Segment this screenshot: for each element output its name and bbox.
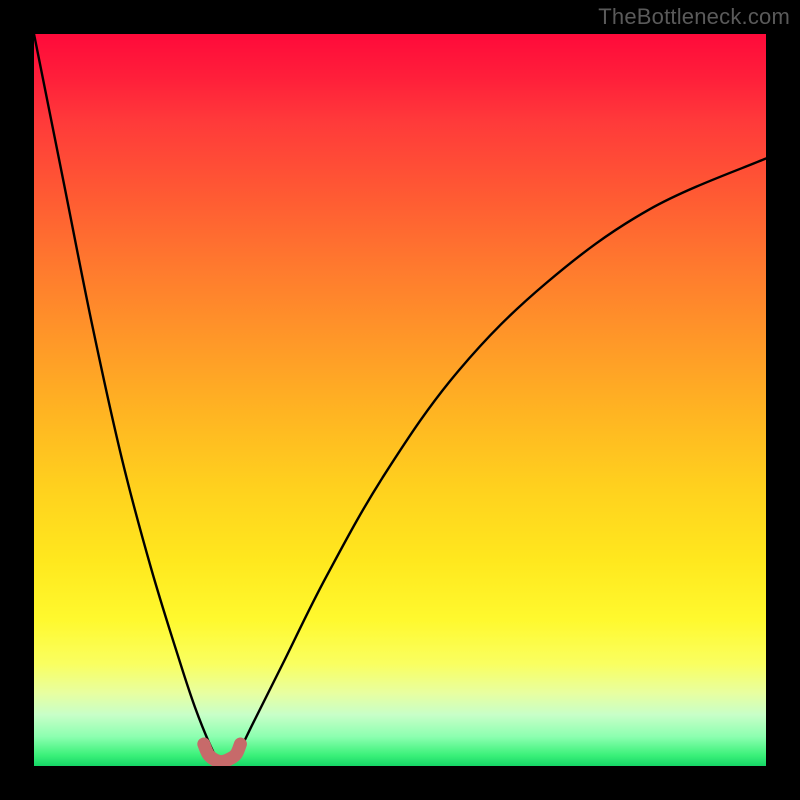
valley-marker bbox=[204, 744, 241, 762]
bottleneck-curve bbox=[34, 34, 766, 760]
watermark-text: TheBottleneck.com bbox=[598, 4, 790, 30]
curve-layer bbox=[34, 34, 766, 766]
chart-frame: TheBottleneck.com bbox=[0, 0, 800, 800]
plot-area bbox=[34, 34, 766, 766]
